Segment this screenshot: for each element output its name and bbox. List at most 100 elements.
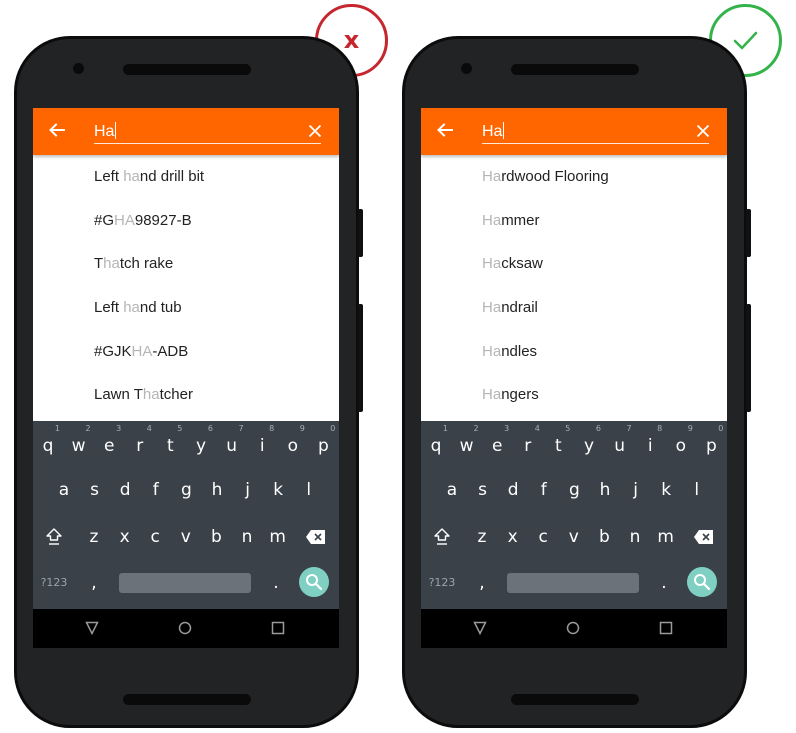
key-b[interactable]: b [203,524,229,550]
keyboard-search-key[interactable] [299,567,329,597]
key-i[interactable]: i8 [249,424,275,459]
key-j[interactable]: j [623,477,649,503]
comma-key[interactable]: , [469,570,495,596]
back-arrow-icon[interactable] [435,120,455,140]
nav-recents-icon[interactable] [659,621,673,635]
key-n[interactable]: n [622,524,648,550]
key-f[interactable]: f [143,477,169,503]
key-q[interactable]: q1 [423,424,449,459]
key-m[interactable]: m [653,524,679,550]
key-w[interactable]: w2 [454,424,480,459]
symbols-key[interactable]: ?123 [37,570,71,596]
key-label: p [705,436,717,456]
key-label: e [103,436,115,456]
key-m[interactable]: m [265,524,291,550]
key-d[interactable]: d [112,477,138,503]
key-a[interactable]: a [51,477,77,503]
period-key[interactable]: . [651,570,677,596]
nav-back-icon[interactable] [473,621,487,635]
key-n[interactable]: n [234,524,260,550]
close-icon[interactable] [696,124,710,138]
back-arrow-icon[interactable] [47,120,67,140]
key-y[interactable]: y6 [188,424,214,459]
search-input[interactable]: Ha [94,120,321,144]
key-e[interactable]: e3 [96,424,122,459]
key-d[interactable]: d [500,477,526,503]
key-c[interactable]: c [142,524,168,550]
suggestion-item[interactable]: #GJKHA-ADB [33,330,339,374]
key-t[interactable]: t5 [545,424,571,459]
key-e[interactable]: e3 [484,424,510,459]
key-q[interactable]: q1 [35,424,61,459]
suggestion-item[interactable]: Hardwood Flooring [421,155,727,199]
search-input[interactable]: Ha [482,120,709,144]
key-v[interactable]: v [561,524,587,550]
key-c[interactable]: c [530,524,556,550]
key-p[interactable]: p0 [310,424,336,459]
suggestion-item[interactable]: Left hand drill bit [33,155,339,199]
suggestion-item[interactable]: Hangers [421,373,727,417]
key-a[interactable]: a [439,477,465,503]
key-l[interactable]: l [684,477,710,503]
period-key[interactable]: . [263,570,289,596]
key-g[interactable]: g [561,477,587,503]
suggestion-match: ha [123,168,140,185]
key-i[interactable]: i8 [637,424,663,459]
key-b[interactable]: b [591,524,617,550]
key-h[interactable]: h [204,477,230,503]
key-x[interactable]: x [500,524,526,550]
key-w[interactable]: w2 [66,424,92,459]
shift-icon[interactable] [432,526,452,546]
key-s[interactable]: s [470,477,496,503]
key-g[interactable]: g [173,477,199,503]
nav-recents-icon[interactable] [271,621,285,635]
key-label: n [241,527,253,547]
suggestion-item[interactable]: Left hand tub [33,286,339,330]
key-k[interactable]: k [265,477,291,503]
backspace-icon[interactable] [305,529,327,545]
suggestion-item[interactable]: Handrail [421,286,727,330]
backspace-icon[interactable] [693,529,715,545]
key-u[interactable]: u7 [607,424,633,459]
key-v[interactable]: v [173,524,199,550]
space-bar[interactable] [507,573,639,593]
nav-back-icon[interactable] [85,621,99,635]
key-z[interactable]: z [469,524,495,550]
key-f[interactable]: f [531,477,557,503]
close-icon[interactable] [308,124,322,138]
key-z[interactable]: z [81,524,107,550]
suggestion-item[interactable]: Hacksaw [421,242,727,286]
shift-icon[interactable] [44,526,64,546]
key-h[interactable]: h [592,477,618,503]
suggestion-item[interactable]: Thatch rake [33,242,339,286]
key-o[interactable]: o9 [280,424,306,459]
comma-key[interactable]: , [81,570,107,596]
key-label: e [491,436,503,456]
key-t[interactable]: t5 [157,424,183,459]
key-l[interactable]: l [296,477,322,503]
key-label: t [167,436,174,456]
key-r[interactable]: r4 [515,424,541,459]
key-y[interactable]: y6 [576,424,602,459]
suggestion-item[interactable]: Hammer [421,199,727,243]
suggestion-text: #GJK [94,342,132,360]
nav-home-icon[interactable] [566,621,580,635]
suggestion-item[interactable]: #GHA98927-B [33,199,339,243]
suggestion-item[interactable]: Handles [421,330,727,374]
key-label: t [555,436,562,456]
key-s[interactable]: s [82,477,108,503]
suggestion-item[interactable]: Lawn Thatcher [33,373,339,417]
key-k[interactable]: k [653,477,679,503]
key-u[interactable]: u7 [219,424,245,459]
key-j[interactable]: j [235,477,261,503]
search-icon [694,574,711,591]
key-o[interactable]: o9 [668,424,694,459]
key-x[interactable]: x [112,524,138,550]
key-label: g [568,480,580,500]
nav-home-icon[interactable] [178,621,192,635]
space-bar[interactable] [119,573,251,593]
symbols-key[interactable]: ?123 [425,570,459,596]
keyboard-search-key[interactable] [687,567,717,597]
key-p[interactable]: p0 [698,424,724,459]
key-r[interactable]: r4 [127,424,153,459]
